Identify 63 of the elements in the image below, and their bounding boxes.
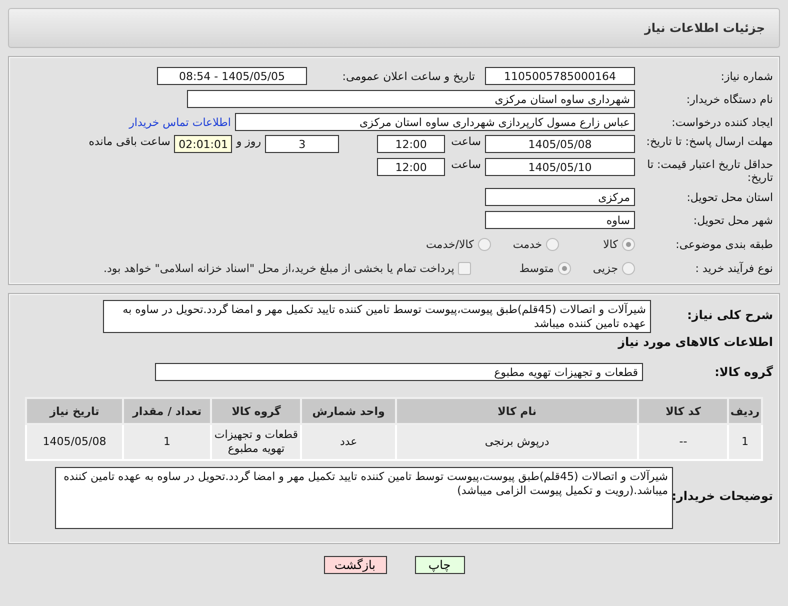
field-label: استان محل تحویل: [686,190,773,204]
field-label: روز و [236,135,262,148]
column-header: ردیف [728,398,762,424]
option-label: کالا [603,238,618,250]
days-field: 3 [265,135,340,153]
field-label: نام دستگاه خریدار: [685,92,773,106]
table-cell: 1 [728,424,762,460]
table-cell: -- [638,424,728,460]
option-label: پرداخت تمام یا بخشی از مبلغ خرید،از محل "اسناد خزانه اسلامی" خواهد بود. [104,262,454,274]
section-heading: اطلاعات کالاهای مورد نیاز [616,335,773,349]
checkbox[interactable] [458,262,472,274]
buyer-notes-field[interactable]: شیرآلات و اتصالات (45قلم)طبق پیوست،پیوست توسط تامین کننده تایید تکمیل مهر و امضا گردد.تحویل در ساوه به عهده تامین کننده میباشد.(رویت و تکمیل پیوست الزامی میباشد) [55,467,673,529]
table-cell: درپوش برنجی [396,424,638,460]
radio-button[interactable] [558,262,571,274]
field-label: شرح کلی نیاز: [686,308,773,322]
option-label: کالا/خدمت [426,238,474,250]
field-label: شهر محل تحویل: [692,214,773,226]
city-field: ساوه [485,211,635,229]
field-label: حداقل تاریخ اعتبار قیمت: تا تاریخ: [646,158,773,184]
validity-time-field: 12:00 [377,158,446,176]
field-label: ساعت باقی مانده [88,135,170,148]
option-label: خدمت [512,238,542,250]
field-label: طبقه بندی موضوعی: [674,238,773,250]
column-header: تاریخ نیاز [26,398,123,424]
column-header: گروه کالا [211,398,302,424]
field-label: ساعت [451,135,481,148]
field-label: شماره نیاز: [720,70,773,82]
field-label: ساعت [451,158,481,171]
field-label: مهلت ارسال پاسخ: تا تاریخ: [645,135,773,148]
table-cell: قطعات و تجهیزات تهویه مطبوع [211,424,302,460]
buyer-contact-link[interactable]: اطلاعات تماس خریدار [129,116,231,128]
option-label: جزیی [592,262,618,274]
need-number-field: 1105005785000164 [485,67,635,85]
table-cell: عدد [301,424,396,460]
radio-button[interactable] [546,238,560,250]
remaining-time-field: 02:01:01 [174,135,232,153]
table-cell: 1405/05/08 [26,424,123,460]
column-header: کد کالا [638,398,728,424]
radio-button[interactable] [478,238,491,250]
reply-date-field: 1405/05/08 [485,135,635,153]
radio-button[interactable] [622,262,635,274]
goods-group-field: قطعات و تجهیزات تهویه مطبوع [155,363,643,381]
buyer-org-field: شهرداری ساوه استان مرکزی [187,90,635,108]
field-label: نوع فرآیند خرید : [694,262,773,274]
column-header: تعداد / مقدار [123,398,212,424]
radio-button[interactable] [622,238,635,250]
validity-date-field: 1405/05/10 [485,158,635,176]
field-label: گروه کالا: [714,365,773,379]
reply-time-field: 12:00 [377,135,446,153]
province-field: مرکزی [485,188,635,206]
page-title: جزئیات اطلاعات نیاز [644,21,765,35]
field-label: ایجاد کننده درخواست: [670,116,773,128]
announce-datetime-field: 1405/05/05 - 08:54 [157,67,307,85]
back-button[interactable]: بازگشت [324,556,386,574]
requester-field: عباس زارع مسول کارپردازی شهرداری ساوه استان مرکزی [235,113,635,131]
column-header: نام کالا [396,398,638,424]
field-label: تاریخ و ساعت اعلان عمومی: [341,70,475,82]
option-label: متوسط [519,262,554,274]
field-label: توضیحات خریدار: [673,489,773,503]
column-header: واحد شمارش [301,398,396,424]
description-field[interactable]: شیرآلات و اتصالات (45قلم)طبق پیوست،پیوست توسط تامین کننده تایید تکمیل مهر و امضا گردد.تحویل در ساوه به عهده تامین کننده میباشد [103,300,651,333]
print-button[interactable]: چاپ [414,556,464,574]
table-cell: 1 [123,424,212,460]
